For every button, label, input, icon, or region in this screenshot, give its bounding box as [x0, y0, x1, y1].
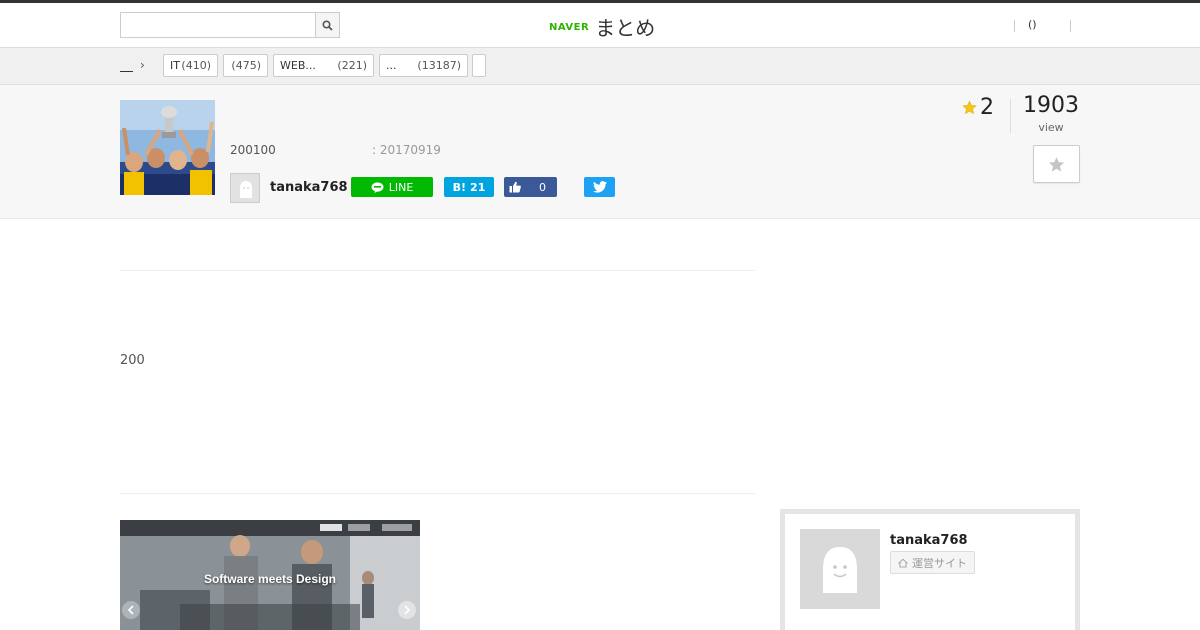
search-input[interactable] — [120, 12, 315, 38]
author-card: tanaka768 運営サイト — [780, 509, 1080, 630]
matome-thumbnail[interactable] — [120, 100, 215, 195]
author-card-avatar[interactable] — [800, 529, 880, 609]
facebook-like-button[interactable]: 0 — [504, 177, 557, 197]
chip-count: (221) — [337, 59, 367, 72]
chip-count: (410) — [181, 59, 211, 72]
category-chip-web[interactable]: WEB... (221) — [273, 54, 374, 77]
search-button[interactable] — [315, 12, 340, 38]
header-divider — [1014, 20, 1015, 32]
favorite-count-value: 2 — [980, 95, 994, 120]
chip-count: (13187) — [417, 59, 461, 72]
search-icon — [322, 19, 333, 31]
favorite-count: 2 — [962, 95, 994, 120]
chevron-right-icon: › — [140, 58, 145, 72]
facebook-count: 0 — [539, 180, 546, 194]
category-breadcrumb: › IT (410) (475) WEB... (221) ... (13187… — [0, 48, 1200, 85]
hatena-count: 21 — [470, 180, 486, 194]
star-icon — [962, 100, 977, 115]
body-text: 200 — [120, 353, 145, 368]
home-icon — [898, 557, 908, 568]
site-header: NAVER まとめ () — [0, 3, 1200, 48]
logo-brand: NAVER — [549, 22, 590, 33]
author-site-button[interactable]: 運営サイト — [890, 551, 975, 574]
category-chip[interactable]: ... (13187) — [379, 54, 468, 77]
thumbs-up-icon — [509, 181, 521, 193]
line-icon — [371, 181, 384, 193]
hatena-bookmark-button[interactable]: B! 21 — [444, 177, 494, 197]
section-divider — [120, 270, 755, 271]
category-chip-it[interactable]: IT (410) — [163, 54, 218, 77]
updated-date: : 20170919 — [372, 143, 441, 157]
line-share-label: LINE — [388, 180, 414, 194]
author-avatar[interactable] — [230, 173, 260, 203]
author-card-name[interactable]: tanaka768 — [890, 533, 968, 548]
home-link[interactable] — [120, 60, 133, 72]
view-count-label: view — [1038, 121, 1064, 134]
header-user-link[interactable]: () — [1028, 18, 1037, 31]
chip-label: ... — [386, 59, 397, 72]
chip-count: (475) — [231, 59, 261, 72]
author-site-label: 運営サイト — [912, 556, 967, 570]
star-outline-icon — [1048, 156, 1065, 172]
line-share-button[interactable]: LINE — [351, 177, 433, 197]
matome-description: 200100 — [230, 143, 276, 157]
matome-summary: 200100 : 20170919 tanaka768 LINE B! 21 0 — [0, 85, 1200, 219]
category-chip[interactable] — [472, 54, 486, 77]
add-favorite-button[interactable] — [1033, 145, 1080, 183]
content-image[interactable]: Software meets Design — [120, 520, 420, 630]
header-divider — [1070, 20, 1071, 32]
site-logo[interactable]: NAVER まとめ — [549, 12, 655, 40]
author-name[interactable]: tanaka768 — [270, 180, 348, 195]
twitter-bird-icon — [592, 181, 607, 193]
chip-label: WEB... — [280, 59, 316, 72]
twitter-share-button[interactable] — [584, 177, 615, 197]
hatena-icon: B! — [452, 180, 467, 194]
stat-divider — [1010, 99, 1011, 133]
view-count: 1903 — [1023, 93, 1079, 118]
logo-text: まとめ — [595, 15, 656, 40]
category-chip[interactable]: (475) — [223, 54, 268, 77]
content-image-caption: Software meets Design — [203, 572, 337, 586]
chip-label: IT — [170, 59, 180, 72]
section-divider — [120, 493, 755, 494]
